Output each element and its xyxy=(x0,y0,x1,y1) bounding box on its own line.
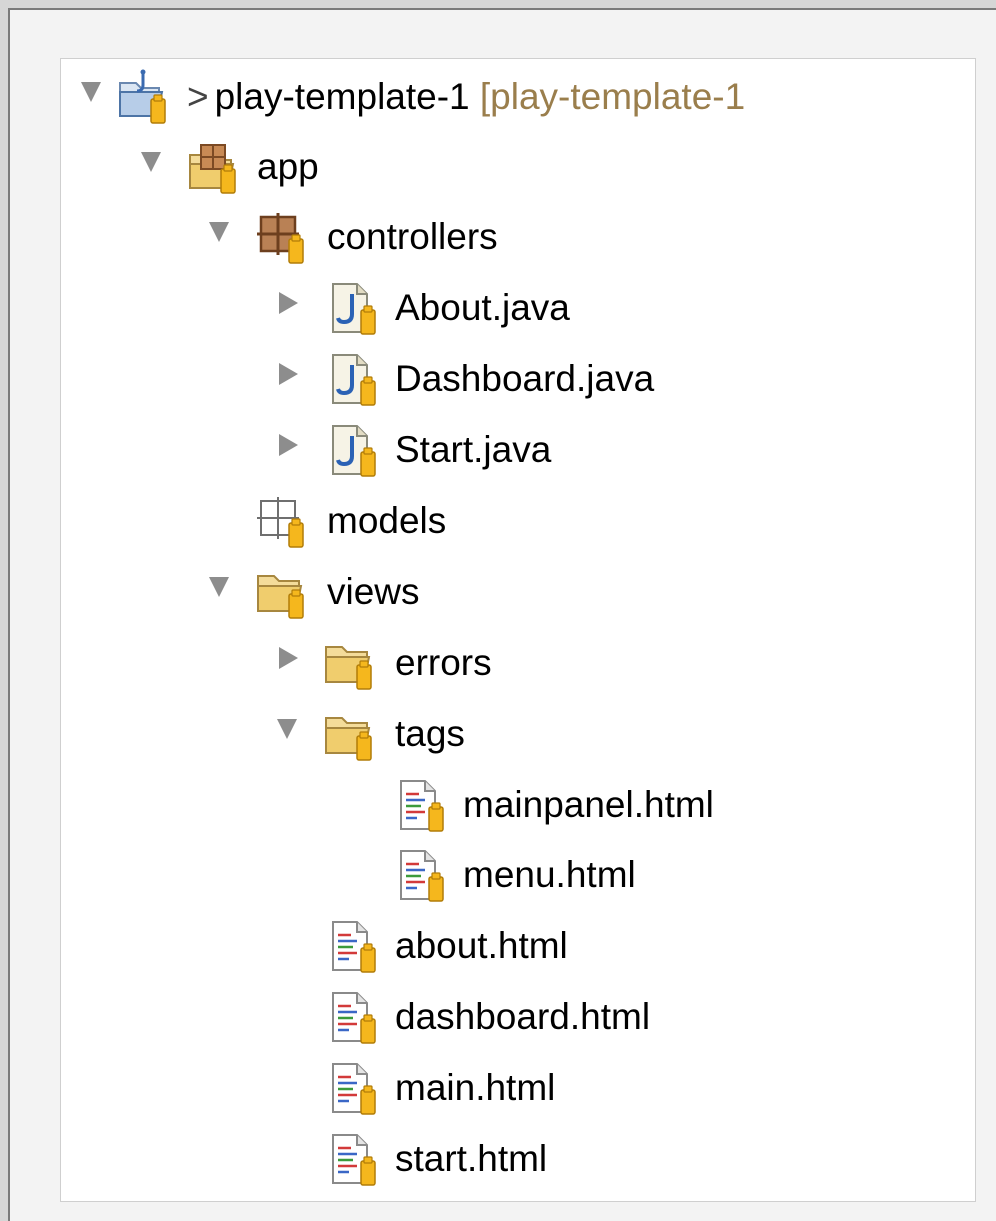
tree-item-start-html[interactable]: start.html xyxy=(61,1123,975,1193)
disclosure-expanded-icon[interactable] xyxy=(209,222,229,242)
disclosure-expanded-icon[interactable] xyxy=(81,82,101,102)
folder-icon xyxy=(255,564,307,620)
html-file-icon xyxy=(327,1060,379,1116)
package-icon xyxy=(255,209,307,265)
tree-item-models[interactable]: models xyxy=(61,485,975,555)
project-tree: > play-template-1 [play-template-1 app co… xyxy=(60,58,976,1202)
project-decoration: [play-template-1 xyxy=(479,76,746,117)
tree-item-start-java[interactable]: Start.java xyxy=(61,414,975,484)
source-folder-icon xyxy=(187,139,239,195)
disclosure-collapsed-icon[interactable] xyxy=(279,292,298,314)
empty-package-icon xyxy=(255,493,307,549)
html-file-icon xyxy=(395,847,447,903)
tree-item-label: Dashboard.java xyxy=(395,358,655,399)
java-file-icon xyxy=(327,280,379,336)
folder-icon xyxy=(323,635,375,691)
tree-item-label: menu.html xyxy=(463,854,636,895)
tree-item-app[interactable]: app xyxy=(61,131,975,201)
git-dirty-marker: > xyxy=(187,76,209,117)
tree-item-label: About.java xyxy=(395,287,570,328)
tree-item-tags[interactable]: tags xyxy=(61,698,975,768)
tree-item-about-html[interactable]: about.html xyxy=(61,910,975,980)
disclosure-expanded-icon[interactable] xyxy=(277,719,297,739)
html-file-icon xyxy=(327,989,379,1045)
folder-icon xyxy=(323,706,375,762)
java-project-icon xyxy=(117,69,169,125)
tree-item-label: tags xyxy=(395,713,465,754)
java-file-icon xyxy=(327,422,379,478)
tree-item-mainpanel-html[interactable]: mainpanel.html xyxy=(61,769,975,839)
disclosure-collapsed-icon[interactable] xyxy=(279,647,298,669)
tree-item-label: errors xyxy=(395,642,492,683)
tree-item-label: mainpanel.html xyxy=(463,784,714,825)
tree-item-menu-html[interactable]: menu.html xyxy=(61,839,975,909)
tree-item-dashboard-html[interactable]: dashboard.html xyxy=(61,981,975,1051)
tree-item-label: start.html xyxy=(395,1138,548,1179)
tree-item-dashboard-java[interactable]: Dashboard.java xyxy=(61,343,975,413)
disclosure-collapsed-icon[interactable] xyxy=(279,434,298,456)
tree-item-errors[interactable]: errors xyxy=(61,627,975,697)
html-file-icon xyxy=(327,918,379,974)
tree-item-label: main.html xyxy=(395,1067,556,1108)
tree-item-controllers[interactable]: controllers xyxy=(61,201,975,271)
tree-item-label: views xyxy=(327,571,420,612)
tree-item-main-html[interactable]: main.html xyxy=(61,1052,975,1122)
html-file-icon xyxy=(327,1131,379,1187)
project-explorer-panel: > play-template-1 [play-template-1 app co… xyxy=(8,8,996,1221)
project-name: play-template-1 xyxy=(214,76,470,117)
tree-item-label: models xyxy=(327,500,447,541)
disclosure-expanded-icon[interactable] xyxy=(209,577,229,597)
java-file-icon xyxy=(327,351,379,407)
tree-item-label: about.html xyxy=(395,925,568,966)
html-file-icon xyxy=(395,777,447,833)
tree-item-label: Start.java xyxy=(395,429,552,470)
disclosure-expanded-icon[interactable] xyxy=(141,152,161,172)
tree-item-views[interactable]: views xyxy=(61,556,975,626)
tree-item-label: app xyxy=(257,146,319,187)
tree-item-label: controllers xyxy=(327,216,498,257)
tree-item-label: dashboard.html xyxy=(395,996,651,1037)
tree-item-project[interactable]: > play-template-1 [play-template-1 xyxy=(61,61,975,131)
tree-item-about-java[interactable]: About.java xyxy=(61,272,975,342)
disclosure-collapsed-icon[interactable] xyxy=(279,363,298,385)
